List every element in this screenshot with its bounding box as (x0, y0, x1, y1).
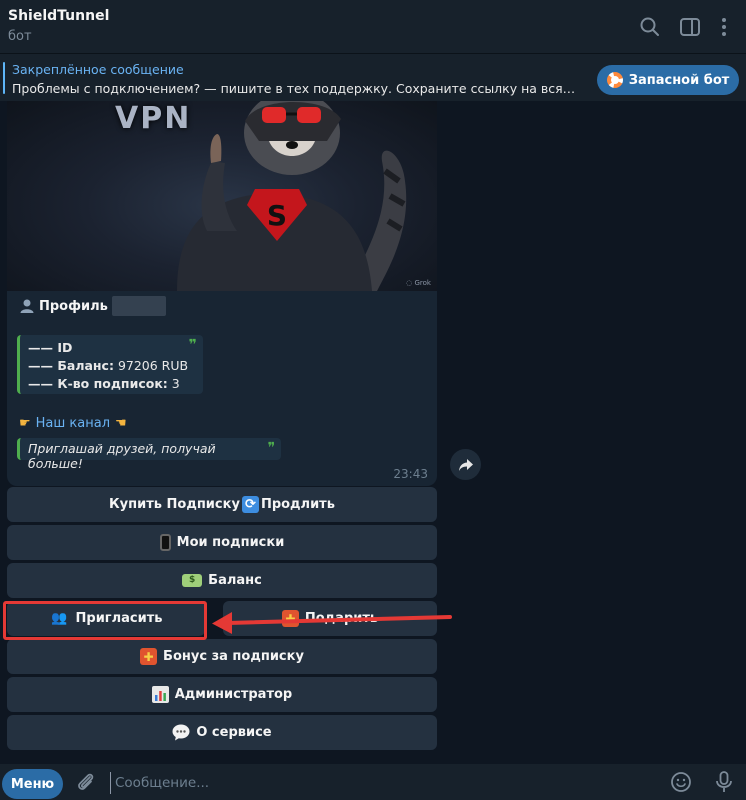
svg-text:S: S (267, 199, 287, 232)
chat-title[interactable]: ShieldTunnel (8, 8, 109, 24)
my-subscriptions-button[interactable]: Мои подписки (7, 525, 437, 560)
invite-quote: Приглашай друзей, получай больше! ❞ (17, 438, 281, 471)
repeat-arrows-icon: ⟳ (241, 496, 259, 513)
chat-header: ShieldTunnel бот (0, 0, 746, 53)
microphone-icon[interactable] (711, 769, 737, 795)
balance-value: 97206 RUB (117, 358, 189, 373)
more-vertical-icon[interactable] (711, 14, 737, 40)
profile-quote: —— ID —— Баланс: 97206 RUB —— К-во подпи… (17, 335, 203, 394)
admin-label: Администратор (174, 687, 293, 702)
renew-label: Продлить (260, 497, 335, 512)
buy-renew-button[interactable]: Купить Подписку ⟳ Продлить (7, 487, 437, 522)
message-bubble: S VPN ◌ Grok Профиль —— ID —— Баланс: 97… (7, 101, 437, 486)
balance-button[interactable]: $ Баланс (7, 563, 437, 598)
message-composer: Меню (0, 764, 746, 800)
subscriptions-value: 3 (171, 376, 180, 391)
chat-subtitle: бот (8, 29, 32, 44)
annotation-arrow-icon (212, 612, 452, 634)
pinned-text: Проблемы с подключением? — пишите в тех … (12, 81, 582, 96)
message-photo[interactable]: S VPN ◌ Grok (7, 101, 437, 291)
pointing-right-icon: ☛ (19, 416, 31, 431)
forward-button[interactable] (450, 449, 481, 480)
profile-line: Профиль (19, 296, 166, 316)
sidebar-toggle-icon[interactable] (677, 14, 703, 40)
balance-row: —— Баланс: 97206 RUB (28, 357, 195, 375)
subscriptions-row: —— К-во подписок: 3 (28, 375, 195, 393)
bar-chart-icon (151, 686, 169, 703)
image-watermark: ◌ Grok (406, 279, 431, 287)
quote-mark-icon: ❞ (267, 440, 275, 456)
invite-quote-text: Приглашай друзей, получай больше! (28, 441, 216, 471)
balance-label: —— Баланс: (28, 358, 114, 373)
vpn-sign: VPN (115, 101, 192, 136)
raccoon-hero-illustration: S (177, 101, 407, 291)
redacted-username (111, 296, 166, 316)
pinned-message[interactable]: Закреплённое сообщение Проблемы с подклю… (0, 53, 746, 101)
quote-mark-icon: ❞ (188, 337, 197, 353)
forward-arrow-icon (458, 458, 473, 471)
backup-bot-button[interactable]: Запасной бот (597, 65, 739, 95)
about-button[interactable]: О сервисе (7, 715, 437, 750)
buy-label: Купить Подписку (109, 497, 240, 512)
gift-icon: ✚ (140, 648, 158, 665)
pinned-indicator (3, 62, 5, 94)
channel-link[interactable]: Наш канал (36, 416, 110, 431)
backup-bot-label: Запасной бот (628, 72, 730, 88)
speech-bubble-icon (172, 724, 190, 741)
balance-button-label: Баланс (208, 573, 262, 588)
search-icon[interactable] (637, 14, 663, 40)
lifebuoy-icon (606, 72, 623, 88)
about-label: О сервисе (196, 725, 272, 740)
id-row: —— ID (28, 339, 195, 357)
paperclip-icon[interactable] (73, 769, 99, 795)
bonus-label: Бонус за подписку (163, 649, 304, 664)
user-silhouette-icon (20, 299, 34, 313)
profile-label: Профиль (39, 298, 108, 314)
bot-menu-button[interactable]: Меню (2, 769, 63, 799)
money-bill-icon: $ (182, 574, 203, 587)
pinned-title: Закреплённое сообщение (12, 62, 184, 77)
subscriptions-label: —— К-во подписок: (28, 376, 168, 391)
chat-area[interactable]: S VPN ◌ Grok Профиль —— ID —— Баланс: 97… (0, 101, 746, 764)
admin-button[interactable]: Администратор (7, 677, 437, 712)
emoji-icon[interactable] (668, 769, 694, 795)
message-input[interactable] (110, 772, 650, 794)
channel-line: ☛ Наш канал ☚ (19, 416, 127, 431)
annotation-highlight-box (3, 601, 207, 640)
message-timestamp: 23:43 (393, 467, 428, 481)
pointing-left-icon: ☚ (115, 416, 127, 431)
bonus-button[interactable]: ✚ Бонус за подписку (7, 639, 437, 674)
id-label: —— ID (28, 340, 73, 355)
mobile-phone-icon (159, 534, 171, 551)
my-subscriptions-label: Мои подписки (176, 535, 285, 550)
